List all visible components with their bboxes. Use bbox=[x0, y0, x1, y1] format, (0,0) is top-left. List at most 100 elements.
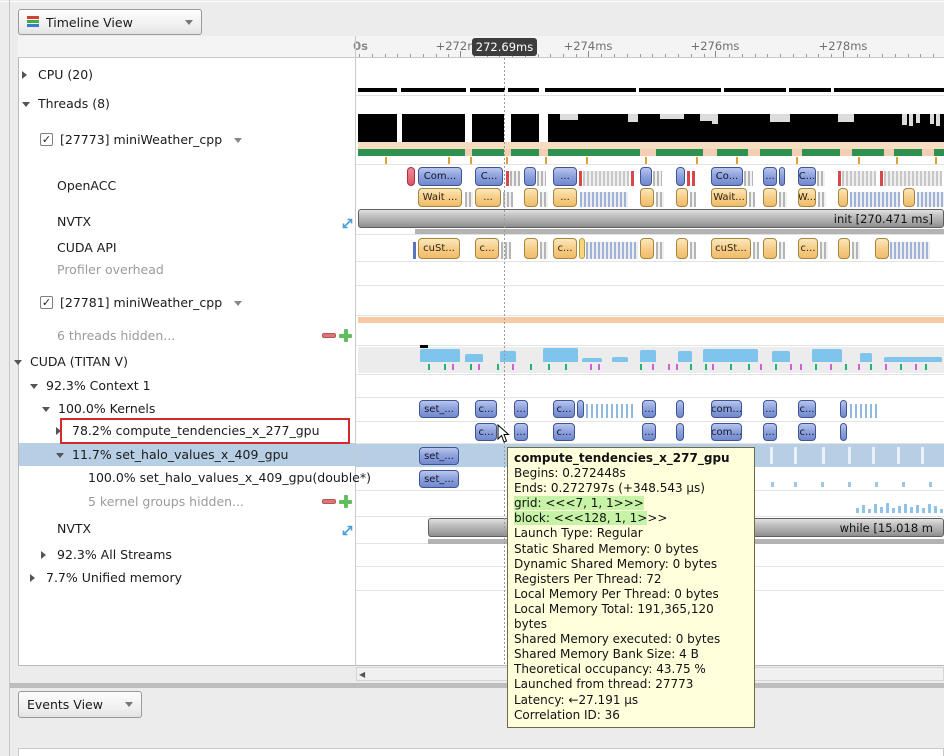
cuda-api-event[interactable] bbox=[586, 242, 638, 259]
cuda-api-event[interactable] bbox=[413, 242, 416, 259]
openacc-launch-event[interactable] bbox=[506, 171, 509, 186]
kernels-all-event[interactable] bbox=[676, 400, 684, 418]
openacc-launch-event[interactable] bbox=[884, 171, 942, 186]
cuda-api-event[interactable]: cuSt... bbox=[711, 238, 751, 259]
openacc-wait-event[interactable] bbox=[818, 192, 826, 207]
openacc-launch-event[interactable]: ... bbox=[553, 167, 577, 186]
kernels-all-event[interactable] bbox=[840, 400, 847, 418]
openacc-wait-event[interactable]: W... bbox=[798, 188, 816, 207]
openacc-wait-event[interactable] bbox=[903, 188, 915, 207]
openacc-launch-event[interactable] bbox=[838, 171, 841, 186]
openacc-wait-event[interactable]: ... bbox=[475, 188, 501, 207]
openacc-wait-event[interactable] bbox=[690, 192, 696, 207]
openacc-launch-event[interactable] bbox=[880, 171, 883, 186]
openacc-launch-event[interactable]: ... bbox=[763, 167, 777, 186]
cuda-api-event[interactable] bbox=[838, 238, 850, 259]
kernels-set-halo-double-event[interactable]: set_... bbox=[419, 470, 459, 488]
kernels-all-event[interactable]: c... bbox=[553, 400, 575, 418]
cuda-api-event[interactable] bbox=[540, 242, 548, 259]
cuda-api-event[interactable] bbox=[820, 242, 828, 259]
openacc-wait-event[interactable] bbox=[763, 188, 777, 207]
kernels-compute-tendencies-event[interactable]: c... bbox=[798, 423, 816, 441]
openacc-wait-event[interactable]: Wait... bbox=[711, 188, 747, 207]
openacc-launch-event[interactable]: C... bbox=[475, 167, 503, 186]
kernels-all-event[interactable]: set_... bbox=[419, 400, 459, 418]
openacc-launch-event[interactable] bbox=[779, 167, 785, 186]
cuda-api-event[interactable] bbox=[690, 242, 696, 259]
openacc-launch-event[interactable] bbox=[817, 171, 825, 186]
kernels-all-event[interactable] bbox=[586, 404, 634, 418]
openacc-wait-event[interactable] bbox=[640, 188, 654, 207]
kernels-all-event[interactable]: ... bbox=[642, 400, 656, 418]
nvtx-thread-range[interactable]: init [270.471 ms] bbox=[358, 209, 944, 228]
kernels-compute-tendencies-event[interactable] bbox=[676, 423, 684, 441]
openacc-launch-event[interactable] bbox=[653, 171, 662, 186]
kernels-all-event[interactable] bbox=[577, 400, 584, 418]
kernels-compute-tendencies-event[interactable]: c... bbox=[475, 423, 497, 441]
openacc-wait-event[interactable] bbox=[779, 192, 787, 207]
openacc-wait-event[interactable]: Wait ... bbox=[418, 188, 462, 207]
kernels-all-event[interactable]: com... bbox=[711, 400, 742, 418]
cuda-api-event[interactable] bbox=[763, 238, 777, 259]
kernels-compute-tendencies-event[interactable]: ... bbox=[642, 423, 656, 441]
openacc-wait-event[interactable] bbox=[580, 192, 628, 207]
cuda-api-event[interactable] bbox=[852, 242, 860, 259]
openacc-launch-event[interactable] bbox=[744, 171, 753, 186]
cuda-api-event[interactable]: c... bbox=[553, 238, 577, 259]
openacc-launch-event[interactable] bbox=[583, 171, 629, 186]
cuda-api-event[interactable] bbox=[501, 242, 511, 259]
kernels-compute-tendencies-event[interactable] bbox=[840, 423, 847, 441]
openacc-launch-event[interactable] bbox=[640, 167, 652, 186]
cuda-api-event[interactable] bbox=[656, 242, 664, 259]
cuda-api-event[interactable] bbox=[890, 242, 930, 259]
kernels-set-halo-event[interactable]: set_... bbox=[419, 447, 459, 465]
events-view-selector[interactable]: Events View bbox=[18, 691, 142, 718]
kernels-compute-tendencies-event[interactable]: com... bbox=[711, 423, 742, 441]
openacc-wait-event[interactable] bbox=[676, 188, 688, 207]
openacc-launch-event[interactable] bbox=[510, 171, 520, 186]
kernels-all-event[interactable]: ... bbox=[763, 400, 777, 418]
kernels-all-event[interactable]: ... bbox=[514, 400, 528, 418]
openacc-wait-event[interactable] bbox=[850, 192, 900, 207]
cuda-api-event[interactable]: c... bbox=[798, 238, 818, 259]
cuda-api-event[interactable] bbox=[753, 242, 759, 259]
openacc-wait-event[interactable] bbox=[540, 192, 548, 207]
cuda-api-event[interactable] bbox=[875, 238, 889, 259]
openacc-launch-event[interactable] bbox=[537, 171, 546, 186]
scroll-left-arrow-icon[interactable]: ◀ bbox=[359, 670, 365, 679]
openacc-wait-event[interactable] bbox=[749, 192, 755, 207]
openacc-launch-event[interactable] bbox=[692, 171, 695, 186]
openacc-launch-event[interactable] bbox=[631, 171, 634, 186]
openacc-wait-event[interactable] bbox=[465, 192, 473, 207]
panel-divider[interactable] bbox=[10, 683, 944, 688]
cuda-memop-tick bbox=[512, 364, 514, 370]
openacc-launch-event[interactable] bbox=[676, 167, 685, 186]
cuda-api-event[interactable] bbox=[579, 238, 585, 259]
kernels-all-event[interactable]: c... bbox=[475, 400, 497, 418]
cuda-api-event[interactable] bbox=[779, 242, 785, 259]
kernels-all-event[interactable]: c... bbox=[798, 400, 816, 418]
thread-state-notch bbox=[539, 149, 548, 156]
openacc-launch-event[interactable] bbox=[842, 171, 876, 186]
openacc-launch-event[interactable]: C... bbox=[798, 167, 816, 186]
openacc-launch-event[interactable]: Co... bbox=[711, 167, 743, 186]
openacc-wait-event[interactable]: ... bbox=[553, 188, 577, 207]
kernels-compute-tendencies-event[interactable]: c... bbox=[553, 423, 575, 441]
cuda-api-event[interactable] bbox=[676, 238, 688, 259]
openacc-wait-event[interactable] bbox=[917, 192, 944, 207]
cuda-api-event[interactable]: c... bbox=[475, 238, 499, 259]
openacc-wait-event[interactable] bbox=[656, 192, 664, 207]
openacc-launch-event[interactable] bbox=[524, 167, 536, 186]
cuda-api-event[interactable] bbox=[524, 238, 538, 259]
openacc-wait-event[interactable] bbox=[838, 188, 848, 207]
openacc-launch-event[interactable] bbox=[407, 167, 415, 186]
kernels-compute-tendencies-event[interactable]: ... bbox=[763, 423, 777, 441]
openacc-launch-event[interactable]: Com... bbox=[418, 167, 462, 186]
kernels-all-event[interactable] bbox=[850, 404, 878, 418]
openacc-launch-event[interactable] bbox=[687, 171, 690, 186]
cuda-api-event[interactable] bbox=[640, 238, 654, 259]
cuda-api-event[interactable]: cuSt... bbox=[418, 238, 460, 259]
kernels-compute-tendencies-event[interactable]: ... bbox=[514, 423, 528, 441]
openacc-wait-event[interactable] bbox=[524, 188, 538, 207]
openacc-launch-event[interactable] bbox=[579, 171, 582, 186]
